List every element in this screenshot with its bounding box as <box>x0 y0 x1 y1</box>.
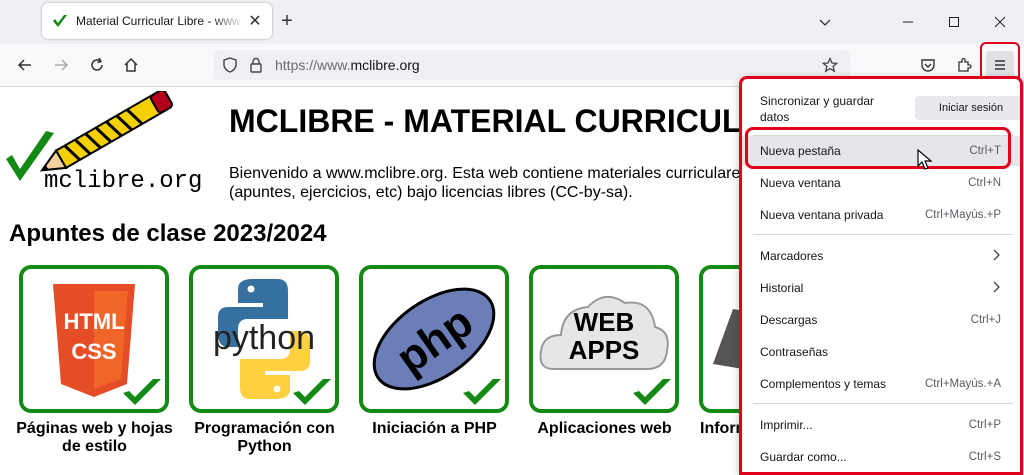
pocket-icon[interactable] <box>914 51 942 79</box>
close-window-icon[interactable] <box>986 8 1014 36</box>
menu-item-new-private-window[interactable]: Nueva ventana privada Ctrl+Mayús.+P <box>742 200 1020 230</box>
shield-icon[interactable] <box>222 57 238 73</box>
new-tab-highlight <box>745 127 1011 169</box>
menu-item-history[interactable]: Historial <box>742 273 1020 303</box>
intro-text: Bienvenido a www.mclibre.org. Esta web c… <box>229 165 749 201</box>
card-label[interactable]: Aplicaciones web <box>517 420 692 438</box>
site-logo[interactable]: mclibre.org <box>4 89 204 199</box>
chevron-right-icon <box>991 281 1001 296</box>
checkmark-icon <box>633 379 671 405</box>
svg-text:CSS: CSS <box>71 339 116 364</box>
chevron-down-icon[interactable] <box>811 8 839 36</box>
maximize-icon[interactable] <box>940 8 968 36</box>
svg-text:python: python <box>213 319 315 357</box>
card-label[interactable]: Programación con Python <box>177 420 352 456</box>
checkmark-icon <box>293 379 331 405</box>
reload-icon[interactable] <box>83 51 111 79</box>
checkmark-icon <box>123 379 161 405</box>
menu-item-save-as[interactable]: Guardar como... Ctrl+S <box>742 442 1020 472</box>
chevron-right-icon <box>991 249 1001 264</box>
plus-icon[interactable]: + <box>276 10 298 32</box>
sign-in-button[interactable]: Iniciar sesión <box>915 96 1020 120</box>
cursor-icon <box>917 149 933 170</box>
menu-item-print[interactable]: Imprimir... Ctrl+P <box>742 410 1020 440</box>
tab-title: Material Curricular Libre - www.mclibre.… <box>76 14 244 28</box>
menu-item-bookmarks[interactable]: Marcadores <box>742 241 1020 271</box>
card-label[interactable]: Iniciación a PHP <box>347 420 522 438</box>
tab-bar: Material Curricular Libre - www.mclibre.… <box>0 0 1024 44</box>
checkmark-icon <box>463 379 501 405</box>
extensions-icon[interactable] <box>950 51 978 79</box>
sync-label: Sincronizar y guardar datos <box>760 94 875 124</box>
card-python[interactable]: python <box>189 265 339 413</box>
menu-separator <box>753 234 1013 235</box>
lock-icon[interactable] <box>249 57 263 73</box>
card-web-apps[interactable]: WEB APPS <box>529 265 679 413</box>
menu-separator <box>753 403 1013 404</box>
pencil-logo-icon: mclibre.org <box>6 89 202 195</box>
card-html-css[interactable]: HTML CSS <box>19 265 169 413</box>
svg-text:WEB: WEB <box>574 307 635 337</box>
star-icon[interactable] <box>822 57 838 73</box>
svg-text:mclibre.org: mclibre.org <box>44 168 202 195</box>
home-icon[interactable] <box>117 51 145 79</box>
forward-icon[interactable] <box>47 51 75 79</box>
card-label[interactable]: Páginas web y hojas de estilo <box>7 420 182 456</box>
card-php[interactable]: php <box>359 265 509 413</box>
svg-text:HTML: HTML <box>63 309 124 334</box>
checkmark-favicon <box>53 15 67 27</box>
close-icon[interactable]: ✕ <box>244 10 266 32</box>
menu-item-downloads[interactable]: Descargas Ctrl+J <box>742 305 1020 335</box>
back-icon[interactable] <box>11 51 39 79</box>
svg-text:APPS: APPS <box>569 335 640 365</box>
url-text: https://www.mclibre.org <box>275 57 420 73</box>
minimize-icon[interactable] <box>894 8 922 36</box>
menu-item-addons[interactable]: Complementos y temas Ctrl+Mayús.+A <box>742 369 1020 399</box>
menu-item-new-window[interactable]: Nueva ventana Ctrl+N <box>742 168 1020 198</box>
menu-item-passwords[interactable]: Contraseñas <box>742 337 1020 367</box>
browser-tab[interactable]: Material Curricular Libre - www.mclibre.… <box>42 3 272 39</box>
section-title: Apuntes de clase 2023/2024 <box>9 220 327 247</box>
